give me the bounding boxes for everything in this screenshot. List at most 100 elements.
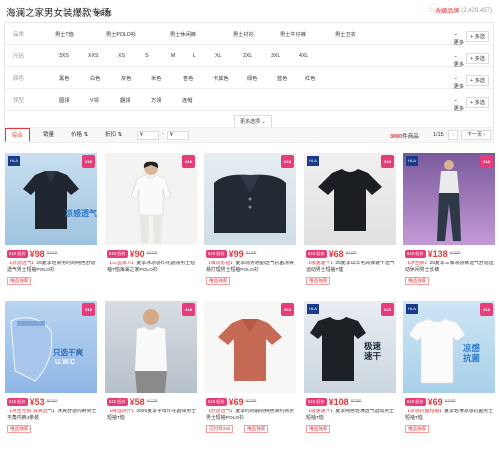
product-title[interactable]: 【极速速干】夏季纯色轻薄透气运动男士短袖T恤 [306, 409, 396, 423]
brand-logo: HLA [406, 156, 418, 166]
product-image[interactable]: HLA 618 凉感抗菌 [403, 301, 495, 393]
filter-option[interactable]: 3XS [59, 53, 69, 59]
filter-option[interactable]: XL [215, 53, 221, 59]
product-image[interactable]: 618 只选干爽 U.W.C [5, 301, 97, 393]
filter-option[interactable]: 翻领 [120, 97, 130, 104]
promo-tag: 618 低价 [7, 397, 28, 406]
sort-default-tab[interactable]: 综合 [5, 128, 31, 142]
more-button[interactable]: 更多 ⌄ [454, 75, 464, 90]
product-image[interactable]: 618 [105, 301, 197, 393]
promo-badge: 618 [82, 155, 95, 168]
filter-option[interactable]: 圆领 [59, 97, 69, 104]
product-title[interactable]: 【极速速干】25夏季山羊毛高弹速干透气运动男士短袖T恤 [306, 261, 396, 275]
brand-logo: HLA [8, 156, 20, 166]
filter-option[interactable]: L [193, 53, 196, 59]
product-image[interactable]: 618 [204, 153, 296, 245]
promo-badge: 618 [281, 303, 294, 316]
heart-icon: ♡ [427, 8, 434, 14]
filter-option[interactable]: 米色 [151, 75, 161, 82]
price-row: 618 低价 ¥108 ¥198 [306, 396, 361, 407]
more-button[interactable]: 更多 ⌄ [454, 53, 464, 68]
product-image[interactable]: 618 [105, 153, 197, 245]
exclusive-badge: 唯品独家 [206, 277, 231, 285]
more-button[interactable]: 更多 ⌄ [454, 97, 464, 112]
favorite-brand-button[interactable]: ♡ 收藏品牌 (2,429,457) [427, 6, 492, 16]
original-price: ¥198 [444, 399, 456, 404]
promo-tag: 618 低价 [107, 249, 128, 258]
filter-option[interactable]: XXS [88, 53, 98, 59]
filter-option[interactable]: 连帽 [182, 97, 192, 104]
product-image[interactable]: HLA 618 [304, 153, 396, 245]
filter-option[interactable]: 灰色 [121, 75, 131, 82]
filter-option[interactable]: 蓝色 [277, 75, 287, 82]
filter-option[interactable]: S [145, 53, 148, 59]
exclusive-badge: 唯品独家 [7, 425, 32, 433]
filter-option[interactable]: 男士T恤 [55, 31, 74, 38]
price-row: 618 低价 ¥68 ¥198 [306, 248, 356, 259]
filter-option[interactable]: 绿色 [247, 75, 257, 82]
multi-select-button[interactable]: + 多选 [466, 31, 489, 42]
prev-page-button[interactable]: ‹ [448, 130, 458, 140]
price: ¥99 [228, 248, 244, 259]
filter-option[interactable]: 男士POLO衫 [106, 31, 136, 38]
header: 海澜之家男女装爆款专场 4折起 ♡ 收藏品牌 (2,429,457) [0, 0, 500, 22]
multi-select-button[interactable]: + 多选 [466, 75, 489, 86]
filter-option[interactable]: 黑色 [59, 75, 69, 82]
price-min-input[interactable]: ¥ [137, 131, 159, 140]
filter-option[interactable]: 白色 [90, 75, 100, 82]
product-title[interactable]: 【凉感抗菌短袖】夏季轻薄凉感抗菌男士短袖T恤 [405, 409, 495, 423]
price-row: 618 低价 ¥99 ¥198 [206, 248, 256, 259]
multi-select-button[interactable]: + 多选 [466, 97, 489, 108]
product-image[interactable]: HLA 618 [403, 153, 495, 245]
brand-logo: HLA [307, 156, 319, 166]
more-button[interactable]: 更多 ⌄ [454, 31, 464, 46]
brand-logo: HLA [307, 304, 319, 314]
promo-tag: 618 低价 [405, 249, 426, 258]
promo-badge: 618 [182, 155, 195, 168]
product-title[interactable]: 【冰丝裤】25夏季三弹凉感裤透气舒适运动休闲男士长裤 [405, 261, 495, 275]
filter-option[interactable]: M [171, 53, 175, 59]
product-image[interactable]: 618 [204, 301, 296, 393]
promo-tag: 618 低价 [306, 249, 327, 258]
filter-option[interactable]: 男士衬衫 [233, 31, 254, 38]
price: ¥69 [228, 396, 244, 407]
filter-option[interactable]: 3XL [271, 53, 280, 59]
product-title[interactable]: 【每周必抢】夏季商务通勤透气抗菌凉爽易打理男士短袖POLO衫 [206, 261, 296, 275]
promo-tag: 618 低价 [206, 249, 227, 258]
exclusive-badge: 唯品独家 [405, 277, 430, 285]
sort-price-tab[interactable]: 价格 ⇅ [65, 128, 94, 142]
price: ¥90 [129, 248, 145, 259]
product-image[interactable]: HLA 618 凉感透气 [5, 153, 97, 245]
next-page-button[interactable]: 下一页 › [461, 130, 491, 140]
image-caption: 凉感抗菌 [463, 343, 481, 363]
filter-option[interactable]: V领 [90, 97, 99, 104]
product-title[interactable]: 【冰丝无痕 清爽透气】冰爽舒适内裤男士平角内裤4条装 [7, 409, 97, 423]
filter-option[interactable]: 红色 [305, 75, 315, 82]
filter-option[interactable]: 卡其色 [213, 75, 229, 82]
image-caption: 只选干爽 [53, 348, 83, 357]
price: ¥68 [328, 248, 344, 259]
original-price: ¥159 [46, 399, 58, 404]
sort-sales-tab[interactable]: 销量 [37, 128, 60, 142]
product-title[interactable]: 【三国演义】夏季冰凉感印花圆领男士短袖T恤海澜之家POLO衫 [107, 261, 197, 275]
filter-option[interactable]: 2XL [243, 53, 252, 59]
filter-option[interactable]: 杏色 [183, 75, 193, 82]
filter-row-category: 品类 男士T恤 男士POLO衫 男士休闲裤 男士衬衫 男士牛仔裤 男士卫衣 更多… [5, 23, 493, 46]
price-max-input[interactable]: ¥ [167, 131, 189, 140]
filter-option[interactable]: XS [118, 53, 125, 59]
discount-label: 4折起 [95, 10, 112, 17]
product-image[interactable]: HLA 618 极速速干 [304, 301, 396, 393]
price: ¥138 [427, 248, 448, 259]
product-title[interactable]: 【凉感透气】25夏季轻商务时尚纯色舒适透气男士短袖POLO衫 [7, 261, 97, 275]
filter-option[interactable]: 4XL [299, 53, 308, 59]
original-price: ¥229 [46, 251, 58, 256]
multi-select-button[interactable]: + 多选 [466, 53, 489, 64]
promo-tag: 618 低价 [206, 397, 227, 406]
filter-option[interactable]: 男士卫衣 [335, 31, 356, 38]
filter-option[interactable]: 方领 [151, 97, 161, 104]
product-title[interactable]: 【舒适透气】夏季时尚翻领纯色简约商务男士短袖POLO衫 [206, 409, 296, 423]
product-title[interactable]: 【吸湿排汗】2025夏季字母印花圆领男士短袖T恤 [107, 409, 197, 423]
filter-option[interactable]: 男士休闲裤 [170, 31, 196, 38]
filter-option[interactable]: 男士牛仔裤 [280, 31, 306, 38]
sort-discount-tab[interactable]: 折扣 ⇅ [99, 128, 128, 142]
